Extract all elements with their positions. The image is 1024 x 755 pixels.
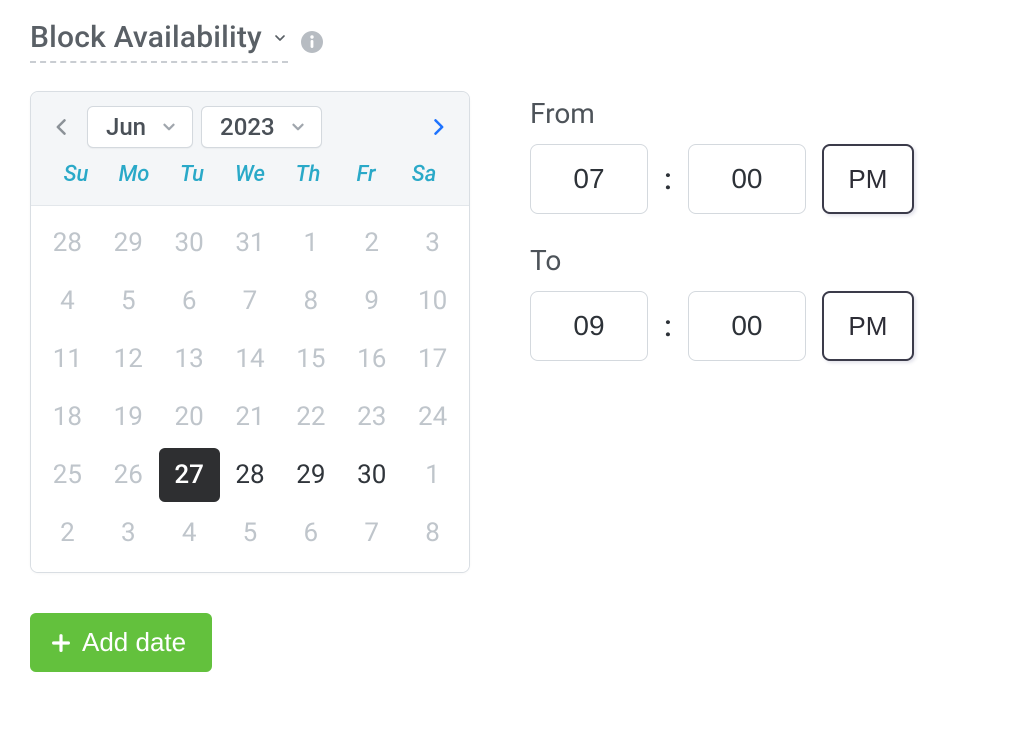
chevron-down-icon xyxy=(160,118,178,136)
calendar-day[interactable]: 15 xyxy=(280,332,341,386)
from-ampm-toggle[interactable]: PM xyxy=(822,144,914,214)
header-dropdown[interactable]: Block Availability xyxy=(30,20,288,63)
chevron-left-icon xyxy=(52,113,72,141)
day-of-week-label: Th xyxy=(279,158,337,191)
from-hour-input[interactable] xyxy=(530,144,648,214)
section-title: Block Availability xyxy=(30,20,262,55)
to-hour-input[interactable] xyxy=(530,291,648,361)
calendar-day[interactable]: 6 xyxy=(159,274,220,328)
calendar-day[interactable]: 4 xyxy=(159,506,220,560)
calendar-day[interactable]: 8 xyxy=(402,506,463,560)
calendar-day[interactable]: 22 xyxy=(280,390,341,444)
calendar-day[interactable]: 4 xyxy=(37,274,98,328)
calendar-day[interactable]: 24 xyxy=(402,390,463,444)
time-colon: : xyxy=(664,309,672,344)
add-date-label: Add date xyxy=(82,627,186,658)
plus-icon xyxy=(50,632,72,654)
day-of-week-label: We xyxy=(221,158,279,191)
calendar-day[interactable]: 17 xyxy=(402,332,463,386)
calendar-day[interactable]: 26 xyxy=(98,448,159,502)
calendar-day[interactable]: 2 xyxy=(341,216,402,270)
calendar-day[interactable]: 25 xyxy=(37,448,98,502)
chevron-right-icon xyxy=(428,113,448,141)
year-label: 2023 xyxy=(220,113,275,141)
calendar-day[interactable]: 11 xyxy=(37,332,98,386)
calendar: Jun 2023 SuMoTuWeThFrSa 282 xyxy=(30,91,470,573)
calendar-day[interactable]: 3 xyxy=(402,216,463,270)
calendar-day[interactable]: 7 xyxy=(341,506,402,560)
section-header: Block Availability xyxy=(30,20,994,63)
calendar-days-of-week: SuMoTuWeThFrSa xyxy=(41,158,459,191)
from-label: From xyxy=(530,97,914,130)
day-of-week-label: Sa xyxy=(395,158,453,191)
calendar-day[interactable]: 13 xyxy=(159,332,220,386)
calendar-day[interactable]: 19 xyxy=(98,390,159,444)
to-label: To xyxy=(530,244,914,277)
calendar-day[interactable]: 14 xyxy=(220,332,281,386)
month-label: Jun xyxy=(106,113,146,141)
calendar-day[interactable]: 29 xyxy=(98,216,159,270)
calendar-day[interactable]: 28 xyxy=(220,448,281,502)
chevron-down-icon xyxy=(289,118,307,136)
calendar-day[interactable]: 30 xyxy=(159,216,220,270)
calendar-next-month[interactable] xyxy=(421,107,455,147)
calendar-grid: 2829303112345678910111213141516171819202… xyxy=(37,216,463,560)
calendar-day[interactable]: 30 xyxy=(341,448,402,502)
calendar-day[interactable]: 3 xyxy=(98,506,159,560)
calendar-day[interactable]: 27 xyxy=(159,448,220,502)
calendar-day[interactable]: 2 xyxy=(37,506,98,560)
calendar-day[interactable]: 29 xyxy=(280,448,341,502)
calendar-day[interactable]: 8 xyxy=(280,274,341,328)
calendar-day[interactable]: 18 xyxy=(37,390,98,444)
day-of-week-label: Su xyxy=(47,158,105,191)
calendar-day[interactable]: 21 xyxy=(220,390,281,444)
calendar-prev-month[interactable] xyxy=(45,107,79,147)
time-colon: : xyxy=(664,162,672,197)
calendar-day[interactable]: 1 xyxy=(402,448,463,502)
day-of-week-label: Tu xyxy=(163,158,221,191)
calendar-day[interactable]: 10 xyxy=(402,274,463,328)
calendar-day[interactable]: 7 xyxy=(220,274,281,328)
to-ampm-toggle[interactable]: PM xyxy=(822,291,914,361)
calendar-day[interactable]: 20 xyxy=(159,390,220,444)
chevron-down-icon xyxy=(272,30,288,46)
calendar-day[interactable]: 23 xyxy=(341,390,402,444)
calendar-day[interactable]: 6 xyxy=(280,506,341,560)
calendar-day[interactable]: 28 xyxy=(37,216,98,270)
from-minute-input[interactable] xyxy=(688,144,806,214)
calendar-day[interactable]: 9 xyxy=(341,274,402,328)
add-date-button[interactable]: Add date xyxy=(30,613,212,672)
info-icon[interactable] xyxy=(300,30,324,54)
to-minute-input[interactable] xyxy=(688,291,806,361)
calendar-day[interactable]: 5 xyxy=(220,506,281,560)
calendar-day[interactable]: 31 xyxy=(220,216,281,270)
calendar-day[interactable]: 12 xyxy=(98,332,159,386)
calendar-day[interactable]: 16 xyxy=(341,332,402,386)
calendar-day[interactable]: 1 xyxy=(280,216,341,270)
day-of-week-label: Fr xyxy=(337,158,395,191)
year-select[interactable]: 2023 xyxy=(201,106,322,148)
day-of-week-label: Mo xyxy=(105,158,163,191)
month-select[interactable]: Jun xyxy=(87,106,193,148)
calendar-day[interactable]: 5 xyxy=(98,274,159,328)
